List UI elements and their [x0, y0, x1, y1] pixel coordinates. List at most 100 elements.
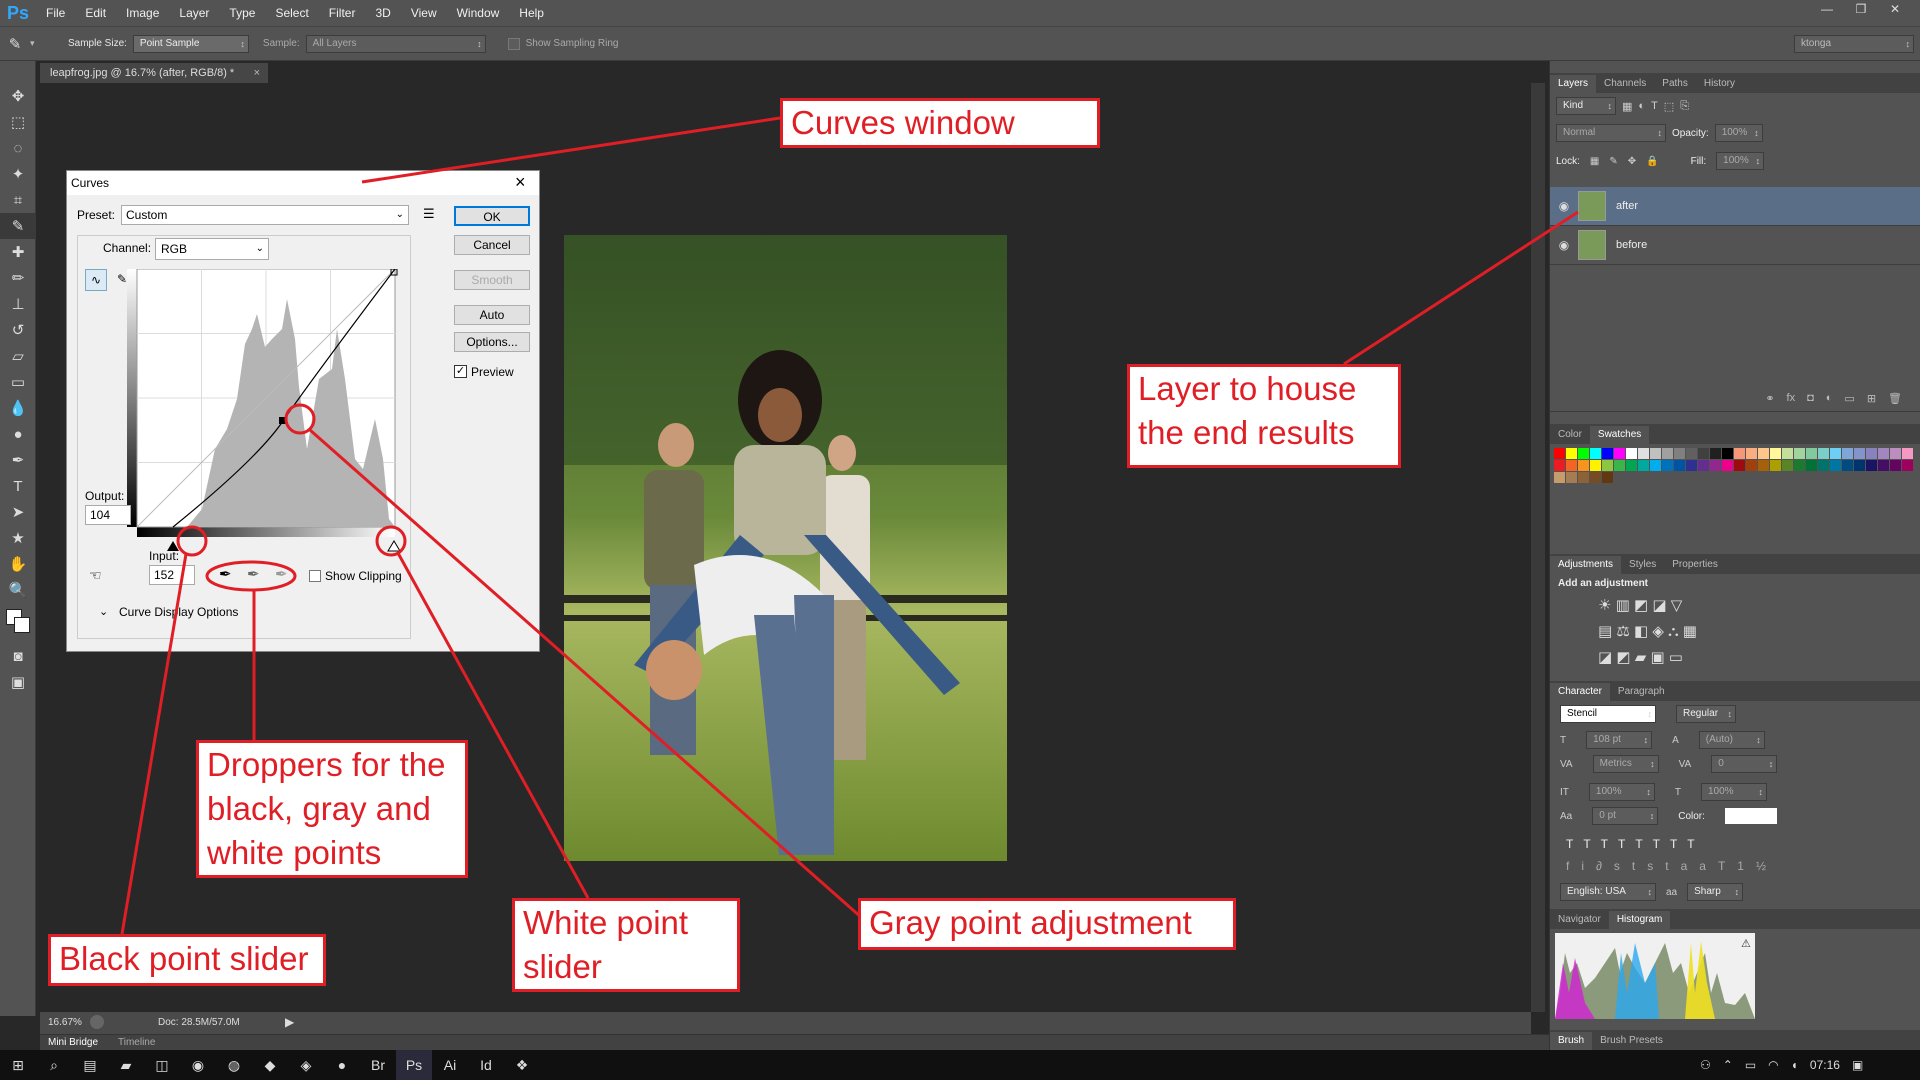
photoshop-taskbar-icon[interactable]: Ps: [396, 1050, 432, 1080]
pixel-filter-icon[interactable]: ▦: [1622, 100, 1632, 113]
color-swatch[interactable]: [1854, 460, 1865, 471]
bridge-icon[interactable]: Br: [360, 1050, 396, 1080]
opacity-field[interactable]: 100%: [1714, 124, 1763, 142]
menu-type[interactable]: Type: [219, 0, 265, 26]
menu-filter[interactable]: Filter: [319, 0, 366, 26]
gradient-map-icon[interactable]: ▭: [1669, 649, 1683, 666]
kerning-field[interactable]: Metrics: [1592, 755, 1659, 773]
tracking-field[interactable]: 0: [1711, 755, 1778, 773]
color-swatch[interactable]: [1638, 448, 1649, 459]
opentype-buttons[interactable]: fi∂ststaaT1½: [1560, 859, 1910, 873]
input-field[interactable]: 152: [149, 565, 195, 585]
task-view-icon[interactable]: ▤: [72, 1050, 108, 1080]
people-icon[interactable]: ⚇: [1700, 1058, 1711, 1072]
vibrance-icon[interactable]: ▽: [1671, 597, 1683, 614]
battery-icon[interactable]: ▭: [1745, 1058, 1756, 1072]
tray-chevron-icon[interactable]: ⌃: [1723, 1058, 1733, 1072]
adjustment-layer-icon[interactable]: ◐: [1826, 392, 1833, 411]
kind-filter-select[interactable]: Kind: [1556, 97, 1616, 115]
color-swatch[interactable]: [1878, 448, 1889, 459]
target-adjust-icon[interactable]: ☜: [89, 567, 102, 584]
brush-tool-icon[interactable]: ✏: [0, 265, 36, 291]
color-swatch[interactable]: [1602, 472, 1613, 483]
tab-histogram[interactable]: Histogram: [1608, 911, 1671, 929]
auto-button[interactable]: Auto: [454, 305, 530, 325]
type-filter-icon[interactable]: T: [1651, 100, 1658, 112]
git-icon[interactable]: ◈: [288, 1050, 324, 1080]
search-icon[interactable]: ⌕: [36, 1050, 72, 1080]
color-swatch[interactable]: [1710, 448, 1721, 459]
color-swatch[interactable]: [1602, 460, 1613, 471]
warning-icon[interactable]: ⚠: [1741, 938, 1751, 950]
fill-field[interactable]: 100%: [1716, 152, 1765, 170]
vertical-scale-field[interactable]: 100%: [1588, 783, 1655, 801]
shape-tool-icon[interactable]: ★: [0, 525, 36, 551]
workspace-select[interactable]: ktonga: [1794, 34, 1914, 53]
color-swatch[interactable]: [1554, 448, 1565, 459]
menu-file[interactable]: File: [36, 0, 75, 26]
clone-stamp-icon[interactable]: ⊥: [0, 291, 36, 317]
lasso-tool-icon[interactable]: ◌: [0, 135, 36, 161]
sample-size-select[interactable]: Point Sample: [132, 34, 249, 53]
color-swatch[interactable]: [1818, 448, 1829, 459]
color-swatch[interactable]: [1674, 448, 1685, 459]
color-swatch[interactable]: [1902, 460, 1913, 471]
hand-tool-icon[interactable]: ✋: [0, 551, 36, 577]
white-dropper-icon[interactable]: ✒: [275, 565, 288, 583]
color-swatch[interactable]: [1734, 448, 1745, 459]
adjustment-filter-icon[interactable]: ◐: [1638, 100, 1645, 112]
tab-character[interactable]: Character: [1550, 683, 1610, 701]
sample-select[interactable]: All Layers: [305, 34, 486, 53]
tab-timeline[interactable]: Timeline: [118, 1037, 155, 1048]
canvas-vertical-scrollbar[interactable]: [1531, 83, 1545, 1012]
color-swatch[interactable]: [1890, 448, 1901, 459]
color-swatch[interactable]: [1890, 460, 1901, 471]
firefox-icon[interactable]: ◍: [216, 1050, 252, 1080]
curves-close-icon[interactable]: ×: [515, 172, 526, 193]
color-swatch[interactable]: [1698, 448, 1709, 459]
color-swatch[interactable]: [1746, 448, 1757, 459]
invert-icon[interactable]: ◪: [1598, 649, 1612, 666]
color-swatch[interactable]: [1626, 460, 1637, 471]
curves-icon[interactable]: ◩: [1634, 597, 1648, 614]
document-photo[interactable]: [564, 235, 1007, 861]
wifi-icon[interactable]: ◠: [1768, 1058, 1778, 1072]
color-swatch[interactable]: [1698, 460, 1709, 471]
black-dropper-icon[interactable]: ✒: [219, 565, 232, 583]
color-swatch[interactable]: [1578, 460, 1589, 471]
zoom-tool-icon[interactable]: 🔍: [0, 577, 36, 603]
move-tool-icon[interactable]: ✥: [0, 83, 36, 109]
lock-position-icon[interactable]: ✥: [1628, 156, 1636, 167]
chrome-icon[interactable]: ◉: [180, 1050, 216, 1080]
brightness-icon[interactable]: ☀: [1598, 597, 1611, 614]
tab-layers[interactable]: Layers: [1550, 75, 1597, 93]
color-swatch[interactable]: [1830, 460, 1841, 471]
layer-row[interactable]: ◉ before: [1550, 226, 1920, 265]
status-menu-arrow-icon[interactable]: ▶: [285, 1015, 294, 1029]
gradient-tool-icon[interactable]: ▭: [0, 369, 36, 395]
link-layers-icon[interactable]: ⚭: [1765, 392, 1774, 411]
visibility-eye-icon[interactable]: ◉: [1550, 199, 1578, 213]
tab-mini-bridge[interactable]: Mini Bridge: [48, 1037, 98, 1048]
color-swatch[interactable]: [1854, 448, 1865, 459]
eyedropper-tool-icon[interactable]: ✎: [0, 35, 30, 53]
curve-point-tool-icon[interactable]: ∿: [85, 269, 107, 291]
color-swatch[interactable]: [1638, 460, 1649, 471]
new-layer-icon[interactable]: ⊞: [1867, 392, 1876, 411]
language-select[interactable]: English: USA: [1560, 883, 1656, 901]
channel-mixer-icon[interactable]: ⛬: [1668, 623, 1679, 640]
layer-style-icon[interactable]: fx: [1787, 392, 1796, 411]
blur-tool-icon[interactable]: 💧: [0, 395, 36, 421]
color-swatch[interactable]: [1662, 448, 1673, 459]
color-swatch[interactable]: [1650, 460, 1661, 471]
dodge-tool-icon[interactable]: ●: [0, 421, 36, 447]
magic-wand-tool-icon[interactable]: ✦: [0, 161, 36, 187]
type-tool-icon[interactable]: T: [0, 473, 36, 499]
group-icon[interactable]: ▭: [1844, 392, 1854, 411]
tab-brush-presets[interactable]: Brush Presets: [1592, 1032, 1671, 1050]
curve-display-options[interactable]: Curve Display Options: [119, 605, 238, 619]
eraser-tool-icon[interactable]: ▱: [0, 343, 36, 369]
color-swatch[interactable]: [1866, 448, 1877, 459]
color-swatch[interactable]: [1842, 460, 1853, 471]
color-swatch[interactable]: [1830, 448, 1841, 459]
